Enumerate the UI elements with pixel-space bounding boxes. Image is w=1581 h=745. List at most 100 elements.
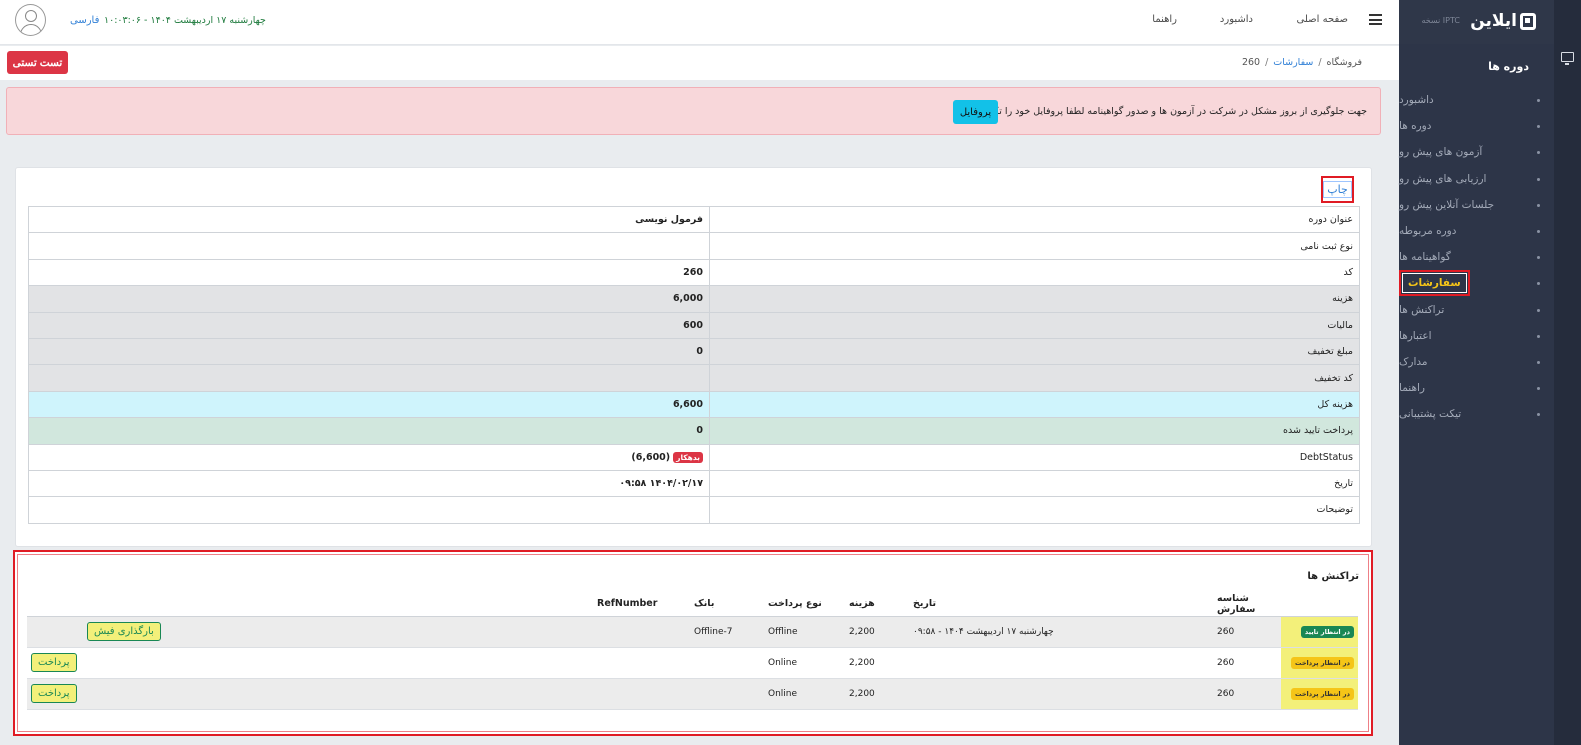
order-detail-row: نوع ثبت نامی [28,232,1360,260]
order-detail-row: کد 260 [28,258,1360,287]
transaction-row: در انتظار پرداخت 260 2,200 Online پرداخت [27,678,1358,710]
order-detail-key: DebtStatus [709,443,1360,471]
sidebar-item-label: دوره مربوطه [1399,225,1457,238]
status-cell: در انتظار پرداخت [1281,647,1358,679]
hamburger-menu-icon[interactable] [1369,14,1382,25]
breadcrumb-shop[interactable]: فروشگاه [1327,57,1362,68]
order-detail-value [28,232,710,260]
order-detail-value-text: فرمول نویسی [635,214,703,226]
order-detail-value-text: (6,600) [631,451,671,463]
transaction-ref [593,616,690,648]
order-detail-row: هزینه کل 6,600 [28,390,1360,419]
bullet-icon [1537,334,1540,338]
status-badge: در انتظار پرداخت [1290,656,1354,669]
upload-receipt-button[interactable]: بارگذاری فیش [87,622,161,641]
alert-text: جهت جلوگیری از بروز مشکل در شرکت در آزمو… [953,106,1367,117]
print-label[interactable]: چاپ [1323,181,1352,198]
order-detail-row: هزینه 6,000 [28,285,1360,313]
order-detail-value: 260 [28,258,710,287]
sidebar-item[interactable]: مدارک [1399,349,1554,375]
order-detail-value-text: 260 [683,266,703,278]
transaction-pay-type: Online [764,678,845,710]
sidebar-item[interactable]: گواهینامه ها [1399,244,1554,270]
user-avatar[interactable] [15,4,46,36]
bullet-icon [1537,125,1540,129]
order-detail-key: کد [709,258,1360,287]
upload-cell [83,647,593,679]
order-detail-value-text: 6,600 [672,398,703,410]
upload-cell [83,678,593,710]
column-header [27,592,83,617]
sidebar-item[interactable]: ارزیابی های پیش رو [1399,166,1554,192]
transaction-amount: 2,200 [845,616,909,648]
order-detail-row: توضیحات [28,496,1360,524]
profile-button[interactable]: پروفایل [953,100,998,124]
pay-cell: پرداخت [27,647,83,679]
transaction-amount: 2,200 [845,647,909,679]
logo[interactable]: ایلاین [1470,11,1536,31]
sidebar-item-label: داشبورد [1399,94,1434,107]
bullet-icon [1537,177,1540,181]
order-detail-row: کد تخفیف [28,364,1360,392]
sidebar-item-label: اعتبارها [1399,329,1432,342]
order-detail-row: تاریخ ۱۴۰۴/۰۲/۱۷ ۰۹:۵۸ [28,469,1360,498]
order-detail-key: نوع ثبت نامی [709,232,1360,260]
nav-home[interactable]: صفحه اصلی [1297,14,1348,25]
transaction-row: در انتظار تایید 260 چهارشنبه ۱۷ اردیبهشت ۱… [27,616,1358,648]
sidebar-item[interactable]: سفارشات [1399,270,1554,297]
test-button[interactable]: تست تستی [7,51,68,74]
sidebar-item[interactable]: آزمون های پیش رو [1399,139,1554,165]
order-detail-key: عنوان دوره [709,205,1360,234]
breadcrumb-orders[interactable]: سفارشات [1273,57,1313,68]
nav-dashboard[interactable]: داشبورد [1220,14,1253,25]
sidebar-item[interactable]: جلسات آنلاین پیش رو [1399,192,1554,218]
transaction-row: در انتظار پرداخت 260 2,200 Online پرداخت [27,647,1358,679]
sidebar-item[interactable]: تیکت پشتیبانی [1399,401,1554,427]
order-detail-value-text: 0 [696,346,703,358]
order-detail-key: تاریخ [709,469,1360,498]
pay-button[interactable]: پرداخت [31,684,77,703]
debt-status-badge: بدهکار [673,451,703,463]
transactions-card: تراکنش ها شناسه سفارش تاریخ هزینه نوع پرداخ… [13,550,1373,736]
transaction-order-id: 260 [1213,616,1281,648]
nav-help[interactable]: راهنما [1152,14,1177,25]
sidebar-item-label: تراکنش ها [1399,303,1445,316]
bullet-icon [1537,256,1540,260]
transaction-date [909,647,1213,679]
order-detail-value: 6,000 [28,285,710,313]
avatar-body-icon [20,24,42,35]
order-detail-value: فرمول نویسی [28,205,710,234]
order-detail-row: پرداخت تایید شده 0 [28,417,1360,445]
transactions-header-row: شناسه سفارش تاریخ هزینه نوع پرداخت بانک RefNu… [27,592,1358,617]
order-detail-value [28,496,710,524]
sidebar-item[interactable]: اعتبارها [1399,323,1554,349]
pay-button[interactable]: پرداخت [31,653,77,672]
bullet-icon [1537,229,1540,233]
order-detail-key: هزینه [709,285,1360,313]
order-detail-value: 600 [28,311,710,339]
transaction-amount: 2,200 [845,678,909,710]
monitor-icon[interactable] [1561,52,1574,65]
sidebar-item[interactable]: دوره ها [1399,113,1554,139]
print-button[interactable]: چاپ [1321,176,1354,203]
pay-cell [27,616,83,648]
bullet-icon [1537,99,1540,102]
order-details-card: چاپ عنوان دوره فرمول نویسی نوع ثبت نامی کد 2… [15,167,1372,547]
order-detail-value-text: ۱۴۰۴/۰۲/۱۷ ۰۹:۵۸ [619,478,703,490]
transaction-date [909,678,1213,710]
sidebar-item-label: گواهینامه ها [1399,251,1451,264]
transaction-order-id: 260 [1213,647,1281,679]
sidebar-item-label: آزمون های پیش رو [1399,146,1483,159]
sidebar-item[interactable]: داشبورد [1399,87,1554,113]
transactions-table: شناسه سفارش تاریخ هزینه نوع پرداخت بانک RefNu… [27,592,1358,710]
order-detail-value [28,364,710,392]
language-switch[interactable]: فارسی [70,15,99,26]
order-detail-row: عنوان دوره فرمول نویسی [28,205,1360,234]
sidebar-item[interactable]: راهنما [1399,375,1554,401]
sidebar-item[interactable]: تراکنش ها [1399,297,1554,323]
top-header: صفحه اصلی داشبورد راهنما فارسی چهارشنبه … [0,0,1399,45]
sidebar-item[interactable]: دوره مربوطه [1399,218,1554,244]
bullet-icon [1537,203,1540,207]
order-detail-value: 0 [28,337,710,366]
transaction-bank [690,647,764,679]
